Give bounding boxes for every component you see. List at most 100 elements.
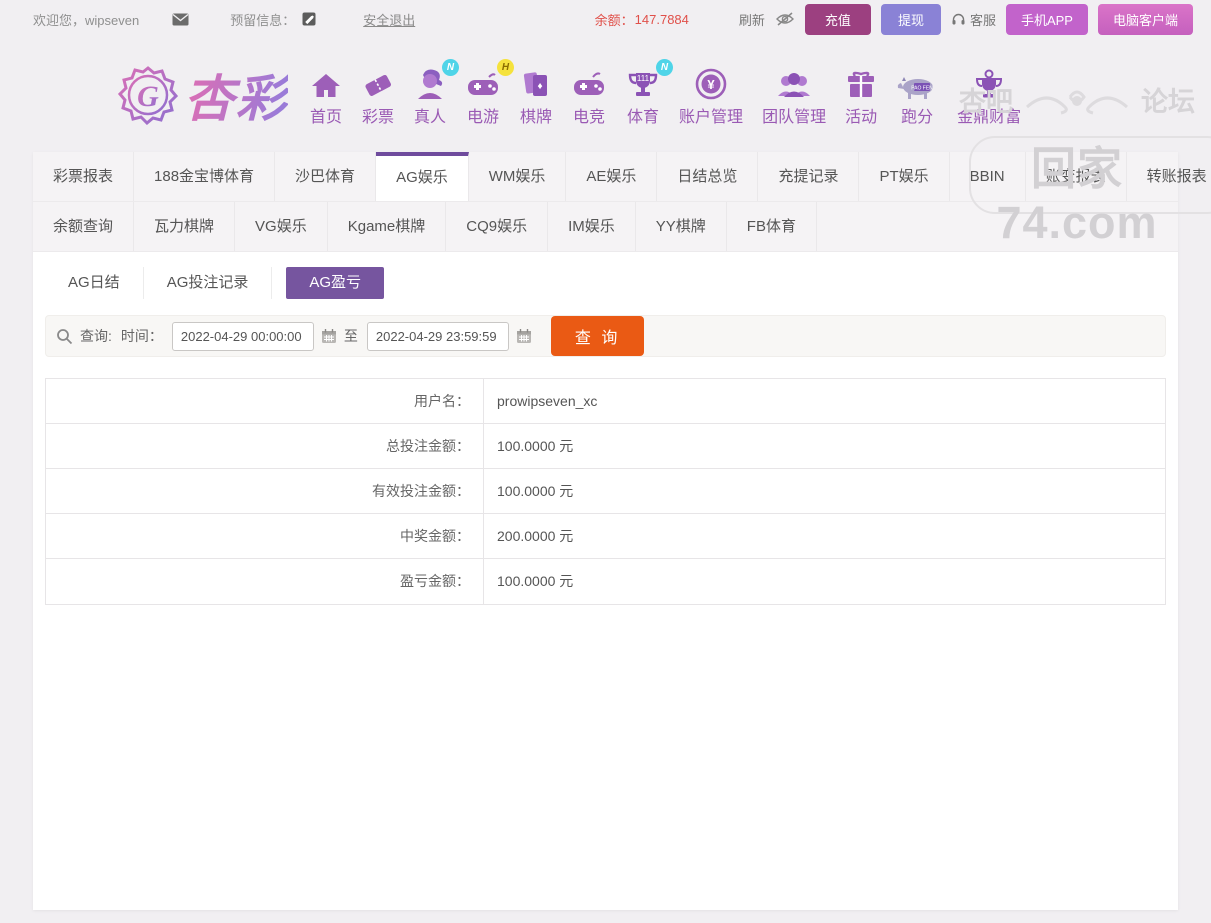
tab-deposit-withdraw-record[interactable]: 充提记录 [758,152,860,201]
yuan-coin-icon: ¥ [694,63,728,101]
tab-pt-casino[interactable]: PT娱乐 [859,152,950,201]
tab-vg-casino[interactable]: VG娱乐 [235,202,328,251]
service-label: 客服 [969,12,996,28]
tab-wali-boardcards[interactable]: 瓦力棋牌 [134,202,236,251]
nav-label: 活动 [845,109,878,126]
valid-bet-value: 100.0000 元 [497,483,574,499]
nav-item-account[interactable]: ¥ 账户管理 [679,63,743,127]
tab-im-casino[interactable]: IM娱乐 [548,202,636,251]
watermark-right-text: 论坛 [1141,87,1195,117]
balance-value: 147.7884 [634,11,689,27]
refresh-link[interactable]: 刷新 [739,10,765,29]
eye-off-icon[interactable] [775,12,795,26]
nav-item-egame[interactable]: H 电游 [465,59,515,127]
balance-label: 余额： [594,12,634,28]
tab-saba-sport[interactable]: 沙巴体育 [275,152,377,201]
message-label: 预留信息： [230,12,296,28]
nav-item-team[interactable]: 团队管理 [762,63,826,127]
nav-label: 彩票 [362,109,395,126]
row-label: 中奖金额： [46,514,484,558]
tab-account-change-report[interactable]: 账变报表 [1026,152,1127,201]
top-bar: 欢迎您，wipseven 预留信息： 安全退出 余额： 147.7884 刷新 充… [0,0,1211,38]
report-tabs-row2: 余额查询 瓦力棋牌 VG娱乐 Kgame棋牌 CQ9娱乐 IM娱乐 YY棋牌 F… [33,202,1178,252]
mobile-app-button[interactable]: 手机APP [1005,3,1088,35]
nav-label: 棋牌 [520,109,553,126]
tab-ae-casino[interactable]: AE娱乐 [566,152,658,201]
tab-daily-summary[interactable]: 日结总览 [657,152,759,201]
hot-badge: H [497,59,515,76]
search-icon [56,328,73,345]
tab-transfer-report[interactable]: 转账报表 [1127,152,1211,201]
logo-flower-icon: G [118,65,178,125]
tab-balance-query[interactable]: 余额查询 [33,202,135,251]
tab-bbin[interactable]: BBIN [950,152,1026,201]
tab-wm-casino[interactable]: WM娱乐 [469,152,567,201]
nav-item-lottery[interactable]: 彩票 [361,63,395,127]
tab-ag-casino[interactable]: AG娱乐 [376,152,469,201]
svg-text:111: 111 [637,74,650,83]
customer-service[interactable]: 客服 [951,10,996,29]
nav-label: 体育 [627,109,660,126]
nav-label: 金鼎财富 [957,109,1022,126]
tab-kgame-boardcards[interactable]: Kgame棋牌 [328,202,447,251]
esports-gamepad-icon [571,63,607,101]
nav-item-paofen[interactable]: PAO FEN 跑分 [896,63,938,127]
nav-item-activity[interactable]: 活动 [845,63,877,127]
logout-link[interactable]: 安全退出 [363,10,415,29]
nav-item-boardcards[interactable]: ♦ 棋牌 [520,63,552,127]
subtab-ag-daily[interactable]: AG日结 [45,267,144,299]
nav-item-home[interactable]: 首页 [310,63,342,127]
query-button[interactable]: 查 询 [550,316,645,356]
site-logo[interactable]: G 杏彩 [118,59,288,131]
ag-subtabs: AG日结 AG投注记录 AG盈亏 [45,267,1166,299]
time-label: 时间： [120,328,163,344]
trophy-icon: 111 N [626,59,674,101]
svg-text:♦: ♦ [537,81,542,92]
envelope-icon[interactable] [172,13,189,26]
tab-cq9-casino[interactable]: CQ9娱乐 [446,202,549,251]
rhino-icon: PAO FEN [896,63,938,101]
svg-text:G: G [137,80,159,113]
pc-client-button[interactable]: 电脑客户端 [1097,3,1193,35]
table-row: 盈亏金额： 100.0000 元 [46,559,1165,604]
cards-icon: ♦ [521,63,551,101]
welcome-text: 欢迎您，wipseven [33,12,140,28]
table-row: 总投注金额： 100.0000 元 [46,424,1165,469]
tab-fb-sport[interactable]: FB体育 [727,202,817,251]
query-label: 查询: [80,328,112,344]
headset-icon [951,12,966,26]
watermark-flourish-icon [1025,90,1129,114]
nav-item-sports[interactable]: 111 N 体育 [626,59,674,127]
withdraw-button[interactable]: 提现 [880,3,941,35]
nav-label: 跑分 [901,109,934,126]
table-row: 中奖金额： 200.0000 元 [46,514,1165,559]
team-people-icon [775,63,813,101]
username-value: prowipseven_xc [497,393,598,409]
nav-item-wealth[interactable]: 金鼎财富 [957,63,1021,127]
tab-yy-boardcards[interactable]: YY棋牌 [636,202,727,251]
nav-items: 首页 彩票 N 真人 H 电游 ♦ 棋牌 电竞 111 N 体育 ¥ 账户管理 … [310,59,1021,127]
start-time-input[interactable] [171,321,314,351]
nav-label: 真人 [414,109,447,126]
subtab-ag-profit-loss[interactable]: AG盈亏 [286,267,385,299]
edit-message-icon[interactable] [302,12,316,26]
svg-text:PAO FEN: PAO FEN [911,86,933,92]
end-time-input[interactable] [366,321,509,351]
subtab-ag-bet-record[interactable]: AG投注记录 [144,267,273,299]
recharge-button[interactable]: 充值 [804,3,871,35]
profit-loss-table: 用户名： prowipseven_xc 总投注金额： 100.0000 元 有效… [45,378,1166,605]
content-panel: 彩票报表 188金宝博体育 沙巴体育 AG娱乐 WM娱乐 AE娱乐 日结总览 充… [33,152,1207,910]
row-label: 总投注金额： [46,424,484,468]
tab-188-sport[interactable]: 188金宝博体育 [134,152,276,201]
gift-icon [845,63,877,101]
win-amount-value: 200.0000 元 [497,528,574,544]
query-bar: 查询: 时间： 至 查 询 [45,315,1166,357]
award-cup-icon [972,63,1006,101]
end-calendar-icon[interactable] [516,328,532,344]
nav-label: 电竞 [573,109,606,126]
start-calendar-icon[interactable] [321,328,337,344]
tab-lottery-report[interactable]: 彩票报表 [33,152,135,201]
nav-item-live[interactable]: N 真人 [414,59,460,127]
total-bet-value: 100.0000 元 [497,438,574,454]
nav-item-esports[interactable]: 电竞 [571,63,607,127]
